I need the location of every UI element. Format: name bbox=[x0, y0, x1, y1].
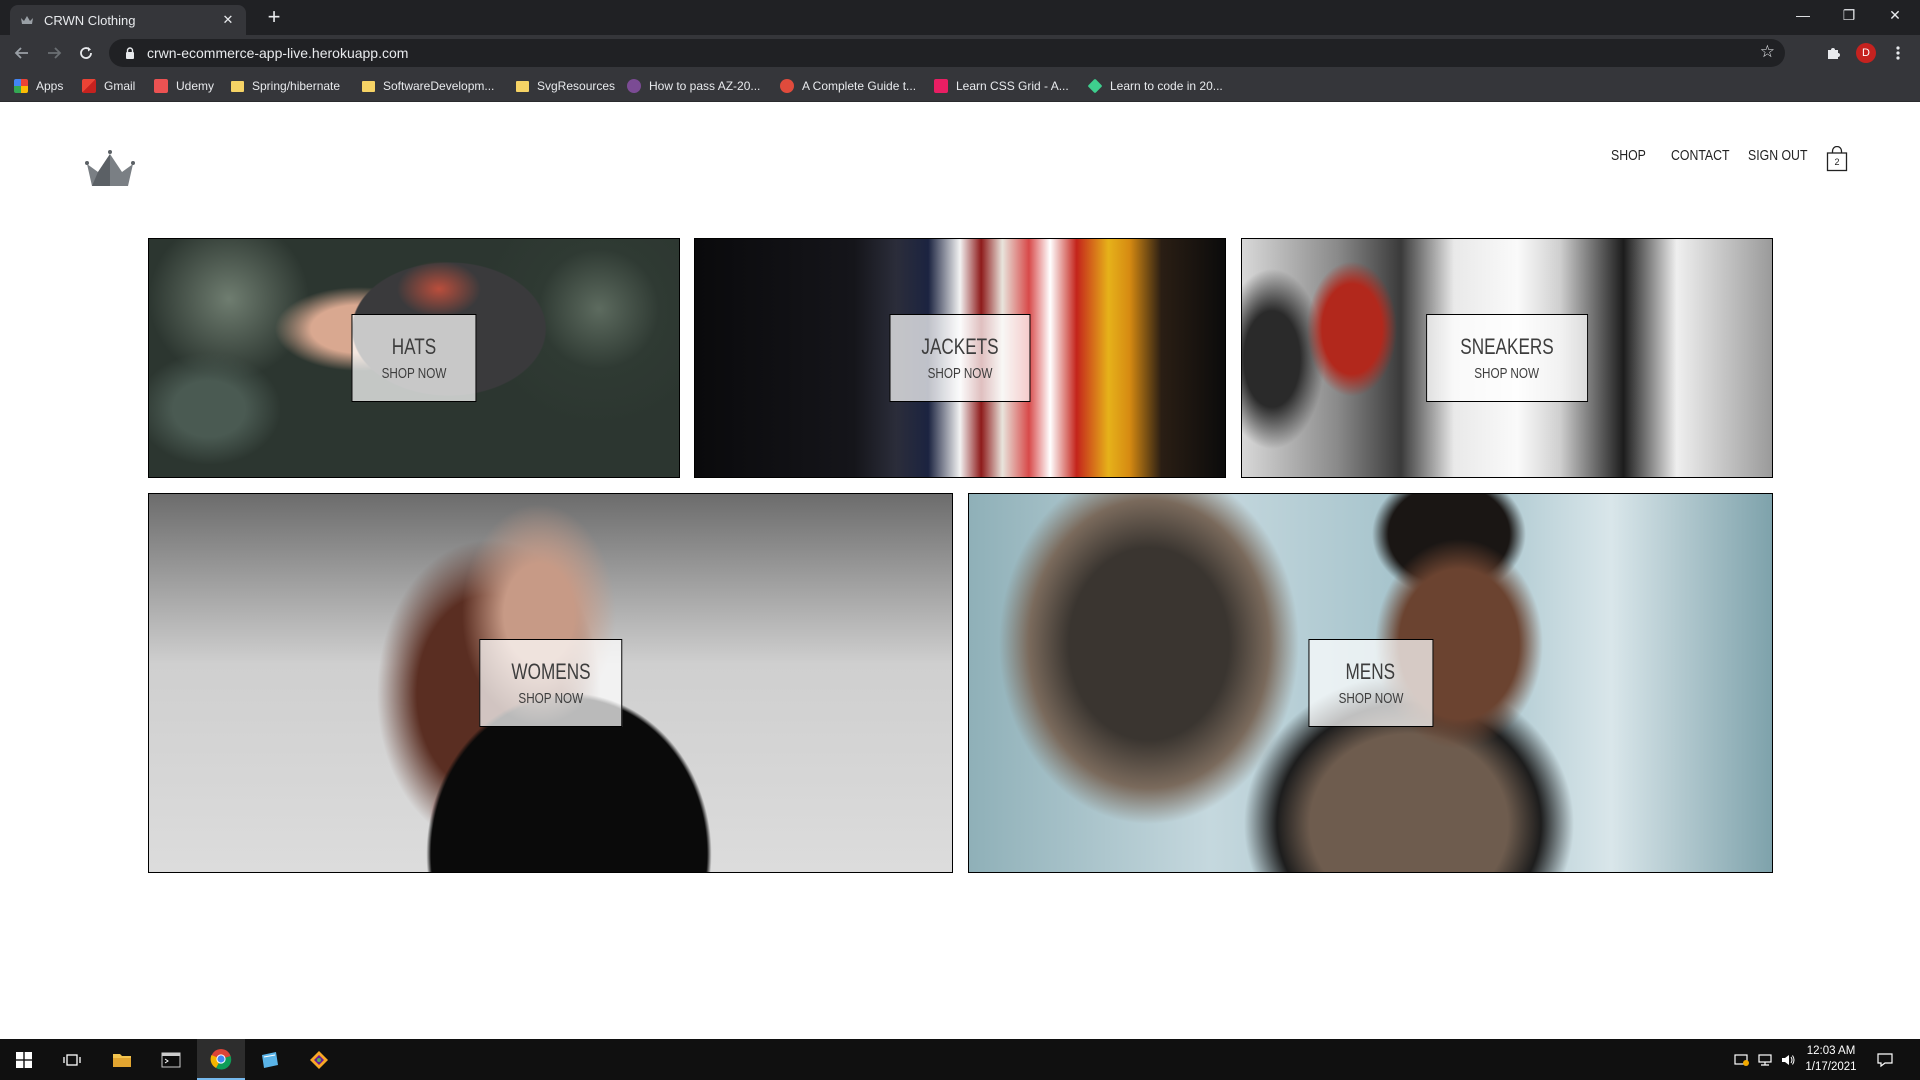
file-explorer-button[interactable] bbox=[98, 1039, 146, 1080]
bookmark-svg-resources[interactable]: SvgResources bbox=[516, 70, 615, 102]
bookmark-az-204[interactable]: How to pass AZ-20... bbox=[627, 70, 760, 102]
site-icon bbox=[934, 79, 948, 93]
bookmark-spring-hibernate[interactable]: Spring/hibernate bbox=[231, 70, 340, 102]
bookmark-star-icon[interactable]: ☆ bbox=[1760, 42, 1775, 62]
arrow-left-icon bbox=[14, 47, 28, 59]
back-button[interactable] bbox=[8, 39, 36, 67]
nav-sign-out-link[interactable]: SIGN OUT bbox=[1748, 147, 1807, 164]
address-bar[interactable]: crwn-ecommerce-app-live.herokuapp.com ☆ bbox=[109, 39, 1785, 67]
bookmark-udemy[interactable]: Udemy bbox=[154, 70, 214, 102]
tile-subtitle: SHOP NOW bbox=[927, 365, 993, 382]
taskbar-clock[interactable]: 12:03 AM 1/17/2021 bbox=[1801, 1043, 1861, 1075]
windows-taskbar: 12:03 AM 1/17/2021 bbox=[0, 1039, 1920, 1080]
gmail-icon bbox=[82, 79, 96, 93]
tile-title: WOMENS bbox=[510, 659, 591, 684]
bookmark-gmail[interactable]: Gmail bbox=[82, 70, 135, 102]
cart-item-count: 2 bbox=[1834, 157, 1840, 167]
bookmark-apps[interactable]: Apps bbox=[14, 70, 63, 102]
browser-toolbar: crwn-ecommerce-app-live.herokuapp.com ☆ … bbox=[0, 35, 1920, 70]
site-icon bbox=[1087, 78, 1103, 94]
restore-button[interactable]: ❐ bbox=[1826, 0, 1872, 30]
tile-title: SNEAKERS bbox=[1460, 334, 1554, 359]
folder-icon bbox=[113, 1053, 131, 1067]
category-tile-mens[interactable]: MENS SHOP NOW bbox=[968, 493, 1773, 873]
chrome-taskbar-button[interactable] bbox=[197, 1039, 245, 1080]
tile-label-box: WOMENS SHOP NOW bbox=[478, 639, 623, 727]
browser-tab[interactable]: CRWN Clothing ✕ bbox=[10, 5, 246, 35]
category-tile-hats[interactable]: HATS SHOP NOW bbox=[148, 238, 680, 478]
folder-icon bbox=[516, 80, 529, 92]
terminal-icon bbox=[161, 1052, 181, 1067]
tile-label-box: MENS SHOP NOW bbox=[1307, 639, 1434, 727]
tile-subtitle: SHOP NOW bbox=[1474, 365, 1540, 382]
puzzle-icon bbox=[1828, 48, 1840, 59]
apps-grid-icon bbox=[14, 79, 28, 93]
reload-button[interactable] bbox=[72, 39, 100, 67]
page-content: SHOP CONTACT SIGN OUT 2 HATS SHOP NOW JA… bbox=[0, 102, 1920, 1039]
folder-icon bbox=[362, 80, 375, 92]
site-icon bbox=[780, 79, 794, 93]
tile-title: MENS bbox=[1345, 659, 1396, 684]
tile-subtitle: SHOP NOW bbox=[1338, 690, 1403, 707]
bookmarks-bar: Apps Gmail Udemy Spring/hibernate Softwa… bbox=[0, 70, 1920, 102]
crown-icon bbox=[85, 150, 135, 186]
start-button[interactable] bbox=[0, 1039, 48, 1080]
tile-title: HATS bbox=[391, 334, 437, 359]
lock-icon bbox=[123, 46, 137, 60]
category-tile-jackets[interactable]: JACKETS SHOP NOW bbox=[694, 238, 1226, 478]
close-window-button[interactable]: ✕ bbox=[1872, 0, 1918, 30]
action-center-icon[interactable] bbox=[1876, 1039, 1894, 1080]
site-icon bbox=[627, 79, 641, 93]
task-view-icon bbox=[63, 1053, 81, 1066]
crown-logo[interactable] bbox=[84, 146, 136, 190]
tab-title: CRWN Clothing bbox=[44, 12, 136, 28]
bookmark-learn-to-code[interactable]: Learn to code in 20... bbox=[1087, 70, 1223, 102]
category-tile-womens[interactable]: WOMENS SHOP NOW bbox=[148, 493, 953, 873]
git-diamond-icon bbox=[310, 1050, 328, 1069]
kebab-menu-icon bbox=[1896, 46, 1900, 60]
tile-label-box: HATS SHOP NOW bbox=[351, 314, 477, 402]
bookmark-css-grid[interactable]: Learn CSS Grid - A... bbox=[934, 70, 1069, 102]
extensions-button[interactable] bbox=[1819, 39, 1847, 67]
browser-tab-bar: CRWN Clothing ✕ + — ❐ ✕ bbox=[0, 0, 1920, 35]
terminal-button[interactable] bbox=[147, 1039, 195, 1080]
new-tab-button[interactable]: + bbox=[260, 3, 288, 31]
app-icon bbox=[262, 1051, 278, 1068]
menu-button[interactable] bbox=[1884, 39, 1912, 67]
bookmark-software-development[interactable]: SoftwareDevelopm... bbox=[362, 70, 494, 102]
crown-favicon-icon bbox=[20, 15, 34, 25]
minimize-button[interactable]: — bbox=[1780, 0, 1826, 30]
clock-date: 1/17/2021 bbox=[1805, 1061, 1857, 1073]
network-icon[interactable] bbox=[1757, 1039, 1773, 1080]
tile-subtitle: SHOP NOW bbox=[518, 690, 583, 707]
reload-icon bbox=[80, 47, 92, 59]
folder-icon bbox=[231, 80, 244, 92]
tile-title: JACKETS bbox=[921, 334, 999, 359]
url-text: crwn-ecommerce-app-live.herokuapp.com bbox=[147, 45, 409, 61]
task-view-button[interactable] bbox=[48, 1039, 96, 1080]
nav-shop-link[interactable]: SHOP bbox=[1611, 147, 1646, 164]
clock-time: 12:03 AM bbox=[1806, 1045, 1856, 1057]
tab-close-icon[interactable]: ✕ bbox=[220, 12, 236, 28]
tile-label-box: JACKETS SHOP NOW bbox=[889, 314, 1031, 402]
profile-button[interactable]: D bbox=[1852, 39, 1880, 67]
udemy-icon bbox=[154, 79, 168, 93]
bookmark-complete-guide[interactable]: A Complete Guide t... bbox=[780, 70, 916, 102]
git-client-button[interactable] bbox=[295, 1039, 343, 1080]
tile-label-box: SNEAKERS SHOP NOW bbox=[1426, 314, 1588, 402]
volume-icon[interactable] bbox=[1780, 1039, 1796, 1080]
profile-avatar: D bbox=[1856, 43, 1876, 63]
tile-subtitle: SHOP NOW bbox=[381, 365, 447, 382]
forward-button[interactable] bbox=[40, 39, 68, 67]
chrome-icon bbox=[210, 1048, 232, 1069]
notes-app-button[interactable] bbox=[246, 1039, 294, 1080]
nav-contact-link[interactable]: CONTACT bbox=[1671, 147, 1730, 164]
arrow-right-icon bbox=[48, 47, 62, 59]
tray-network-alert-icon[interactable] bbox=[1734, 1039, 1750, 1080]
cart-button[interactable]: 2 bbox=[1826, 145, 1848, 172]
category-tile-sneakers[interactable]: SNEAKERS SHOP NOW bbox=[1241, 238, 1773, 478]
windows-logo-icon bbox=[16, 1051, 32, 1068]
